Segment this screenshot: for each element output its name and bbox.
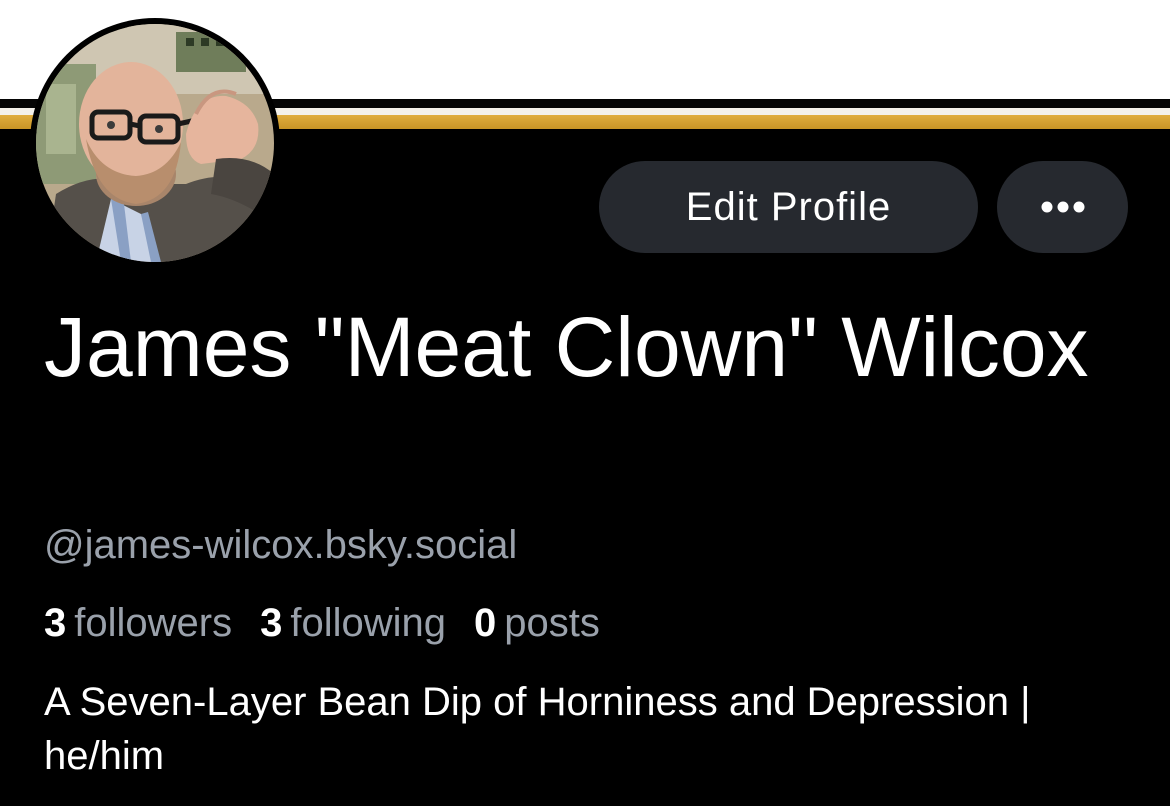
- posts-stat: 0 posts: [474, 598, 600, 648]
- following-count: 3: [260, 601, 283, 645]
- display-name: James "Meat Clown" Wilcox: [44, 300, 1089, 394]
- following-label: following: [290, 601, 446, 645]
- profile-handle: @james-wilcox.bsky.social: [44, 523, 518, 567]
- ellipsis-icon: [1041, 201, 1084, 213]
- profile-photo-icon: [36, 24, 274, 262]
- followers-count: 3: [44, 601, 67, 645]
- edit-profile-label: Edit Profile: [685, 184, 892, 229]
- following-stat[interactable]: 3 following: [260, 598, 446, 648]
- profile-stats: 3 followers 3 following 0 posts: [44, 598, 628, 648]
- followers-stat[interactable]: 3 followers: [44, 598, 232, 648]
- profile-bio: A Seven-Layer Bean Dip of Horniness and …: [44, 680, 1031, 778]
- posts-count: 0: [474, 601, 497, 645]
- avatar[interactable]: [30, 18, 280, 268]
- profile-header: Edit Profile James "Meat Clown" Wilcox @…: [0, 0, 1170, 806]
- edit-profile-button[interactable]: Edit Profile: [599, 161, 978, 253]
- posts-label: posts: [504, 601, 600, 645]
- followers-label: followers: [74, 601, 233, 645]
- more-options-button[interactable]: [997, 161, 1128, 253]
